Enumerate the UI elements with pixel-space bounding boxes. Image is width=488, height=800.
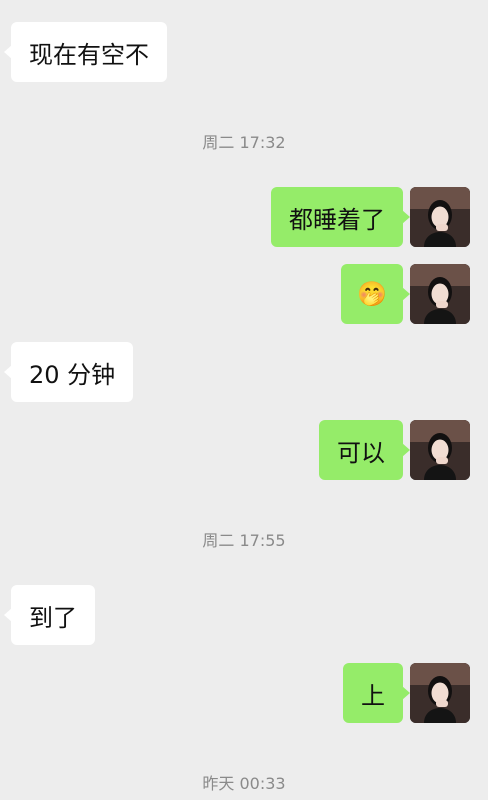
message-row-incoming: 20 分钟 bbox=[0, 342, 488, 404]
incoming-message-bubble[interactable]: 20 分钟 bbox=[3, 342, 134, 402]
user-avatar[interactable] bbox=[410, 187, 470, 247]
message-text: 现在有空不 bbox=[29, 40, 149, 69]
message-row-outgoing: 都睡着了 bbox=[0, 187, 488, 249]
user-avatar[interactable] bbox=[410, 420, 470, 480]
avatar-image bbox=[410, 264, 470, 324]
message-row-outgoing: 上 bbox=[0, 663, 488, 725]
user-avatar[interactable] bbox=[410, 663, 470, 723]
message-row-outgoing: 可以 bbox=[0, 420, 488, 482]
message-text: 都睡着了 bbox=[289, 205, 385, 234]
message-text: 20 分钟 bbox=[29, 360, 116, 389]
chat-timestamp: 昨天 00:33 bbox=[202, 774, 286, 793]
chat-timestamp: 周二 17:32 bbox=[202, 133, 286, 152]
incoming-message-bubble[interactable]: 现在有空不 bbox=[4, 22, 167, 82]
outgoing-message-bubble[interactable]: 都睡着了 bbox=[271, 187, 410, 247]
message-row-outgoing: 🤭 bbox=[0, 264, 488, 326]
chat-timestamp: 周二 17:55 bbox=[202, 531, 286, 550]
incoming-message-bubble[interactable]: 到了 bbox=[4, 585, 95, 645]
avatar-image bbox=[410, 420, 470, 480]
user-avatar[interactable] bbox=[410, 264, 470, 324]
chat-thread: 现在有空不 周二 17:32 都睡着了 🤭 20 分钟 可以 周二 17:55 … bbox=[0, 0, 488, 800]
message-text: 可以 bbox=[337, 438, 385, 467]
outgoing-emoji-bubble[interactable]: 🤭 bbox=[341, 264, 410, 324]
message-row-incoming: 现在有空不 bbox=[0, 22, 488, 84]
outgoing-message-bubble[interactable]: 可以 bbox=[319, 420, 410, 480]
message-row-incoming: 到了 bbox=[0, 585, 488, 647]
message-text: 到了 bbox=[29, 603, 77, 632]
emoji-face-with-hand-over-mouth-icon: 🤭 bbox=[357, 280, 387, 308]
avatar-image bbox=[410, 663, 470, 723]
message-text: 上 bbox=[361, 681, 385, 710]
avatar-image bbox=[410, 187, 470, 247]
outgoing-message-bubble[interactable]: 上 bbox=[343, 663, 410, 723]
